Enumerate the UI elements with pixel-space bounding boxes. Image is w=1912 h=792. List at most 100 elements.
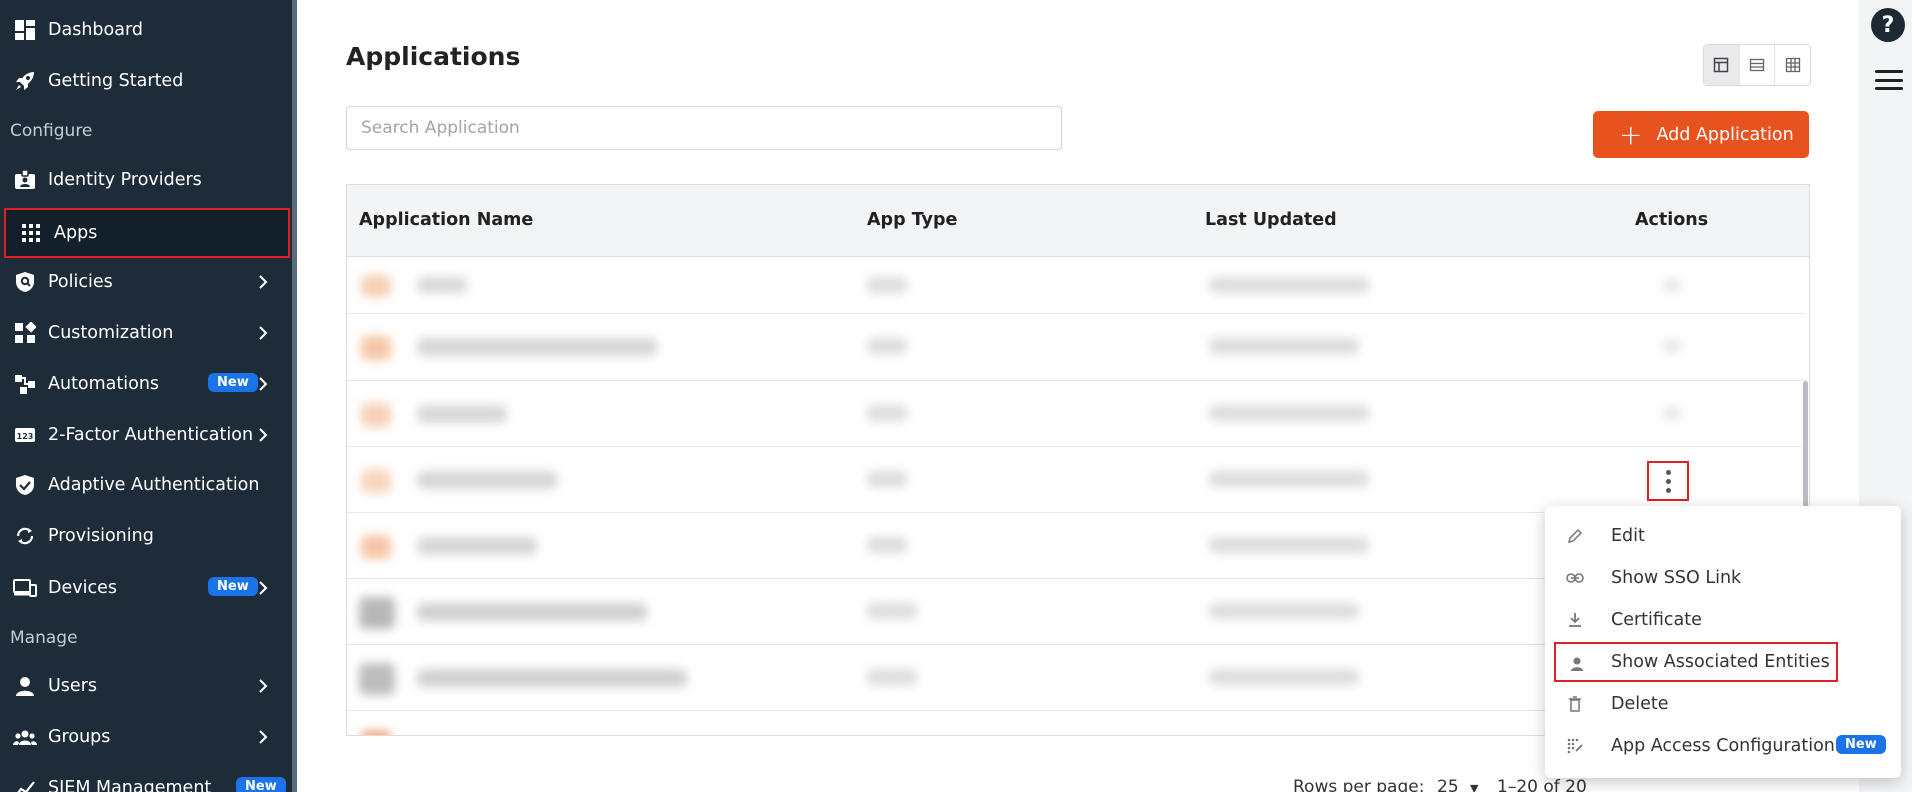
hamburger-line [1875, 70, 1903, 73]
app-logo [359, 597, 395, 629]
column-header[interactable]: Application Name [359, 210, 533, 230]
column-header: Actions [1635, 210, 1709, 230]
app-logo [361, 275, 391, 297]
app-type-redacted [867, 537, 907, 553]
app-type-redacted [867, 405, 907, 421]
column-header[interactable]: App Type [867, 210, 957, 230]
chevron-right-icon [259, 275, 268, 289]
download-icon [1565, 610, 1585, 630]
sidebar-item-label: Adaptive Authentication [48, 475, 260, 495]
customization-icon [12, 320, 38, 346]
actions-redacted [1662, 279, 1682, 291]
dropdown-arrow-icon: ▼ [1470, 782, 1479, 792]
rows-per-page-label: Rows per page: [1293, 777, 1425, 792]
table-row[interactable] [347, 381, 1805, 447]
question-icon: ? [1881, 12, 1895, 38]
last-updated-redacted [1209, 338, 1359, 354]
last-updated-redacted [1209, 669, 1359, 685]
sidebar-item-dashboard[interactable]: Dashboard [0, 5, 292, 55]
sidebar-item-devices[interactable]: Devices New [0, 563, 292, 613]
rows-per-page-select[interactable]: 25 ▼ [1437, 777, 1479, 792]
app-logo [359, 663, 395, 695]
chart-line-icon [12, 775, 38, 792]
new-badge: New [208, 577, 258, 596]
last-updated-redacted [1209, 405, 1369, 421]
app-name-redacted [417, 471, 557, 489]
sidebar-item-customization[interactable]: Customization [0, 308, 292, 358]
menu-item-app-access-configuration[interactable]: App Access Configuration New [1545, 726, 1901, 766]
table-row[interactable] [347, 257, 1805, 314]
last-updated-redacted [1209, 537, 1369, 553]
sidebar-item-adaptive-auth[interactable]: Adaptive Authentication [0, 460, 292, 510]
row-actions-kebab-button[interactable] [1647, 461, 1689, 501]
sidebar-item-label: Groups [48, 727, 111, 747]
sidebar-item-groups[interactable]: Groups [0, 712, 292, 762]
app-name-redacted [417, 338, 657, 356]
shield-check-icon [12, 472, 38, 498]
chevron-right-icon [259, 679, 268, 693]
id-badge-icon [12, 167, 38, 193]
menu-item-label: Show Associated Entities [1611, 652, 1830, 672]
sync-icon [12, 523, 38, 549]
sidebar-item-users[interactable]: Users [0, 661, 292, 711]
view-table-button[interactable] [1704, 45, 1740, 85]
sidebar-item-label: Users [48, 676, 98, 696]
sidebar-item-label: Dashboard [48, 20, 143, 40]
123-icon: 123 [12, 422, 38, 448]
search-input[interactable] [346, 106, 1062, 150]
hamburger-menu-button[interactable] [1875, 70, 1903, 90]
sidebar-item-apps[interactable]: Apps [4, 208, 290, 258]
view-grid-button[interactable] [1775, 45, 1810, 85]
access-config-icon [1565, 736, 1585, 756]
sidebar-item-label: Provisioning [48, 526, 154, 546]
app-logo [361, 535, 391, 559]
actions-redacted [1662, 407, 1682, 419]
link-icon [1565, 568, 1585, 588]
menu-item-edit[interactable]: Edit [1545, 516, 1901, 556]
view-list-button[interactable] [1740, 45, 1776, 85]
menu-item-label: Edit [1611, 526, 1645, 546]
sidebar-item-2fa[interactable]: 123 2-Factor Authentication [0, 410, 292, 460]
sidebar-item-label: Apps [54, 223, 98, 243]
help-button[interactable]: ? [1871, 8, 1905, 42]
hamburger-line [1875, 78, 1903, 82]
sidebar-item-label: Policies [48, 272, 113, 292]
svg-text:123: 123 [17, 432, 34, 441]
app-type-redacted [867, 277, 907, 293]
app-type-redacted [867, 603, 917, 619]
app-logo [361, 469, 391, 493]
dashboard-icon [12, 17, 38, 43]
pagination-range: 1–20 of 20 [1497, 777, 1587, 792]
sidebar-item-policies[interactable]: Policies [0, 257, 292, 307]
menu-item-show-sso-link[interactable]: Show SSO Link [1545, 558, 1901, 598]
hamburger-line [1875, 87, 1903, 90]
new-badge: New [208, 373, 258, 392]
app-type-redacted [867, 338, 907, 354]
rocket-icon [12, 68, 38, 94]
menu-item-label: Show SSO Link [1611, 568, 1742, 588]
table-view-icon [1714, 57, 1729, 73]
sidebar-item-identity-providers[interactable]: Identity Providers [0, 155, 292, 205]
sidebar-item-getting-started[interactable]: Getting Started [0, 56, 292, 106]
groups-icon [12, 724, 38, 750]
sidebar-item-label: 2-Factor Authentication [48, 425, 254, 445]
menu-item-certificate[interactable]: Certificate [1545, 600, 1901, 640]
view-toggle [1703, 44, 1811, 86]
sidebar-item-provisioning[interactable]: Provisioning [0, 511, 292, 561]
sidebar-item-automations[interactable]: Automations New [0, 359, 292, 409]
new-badge: New [1836, 735, 1886, 754]
chevron-right-icon [259, 326, 268, 340]
app-name-redacted [417, 405, 507, 423]
chevron-right-icon [259, 428, 268, 442]
sidebar-item-siem[interactable]: SIEM Management New [0, 763, 292, 792]
table-row[interactable] [347, 447, 1805, 513]
menu-item-show-associated-entities[interactable]: Show Associated Entities [1554, 642, 1838, 682]
add-application-button[interactable]: + Add Application [1593, 111, 1809, 158]
automation-icon [12, 371, 38, 397]
page-title: Applications [346, 42, 521, 71]
kebab-dot [1665, 487, 1671, 493]
table-row[interactable] [347, 314, 1805, 381]
menu-item-delete[interactable]: Delete [1545, 684, 1901, 724]
app-name-redacted [417, 603, 647, 621]
trash-icon [1565, 694, 1585, 714]
